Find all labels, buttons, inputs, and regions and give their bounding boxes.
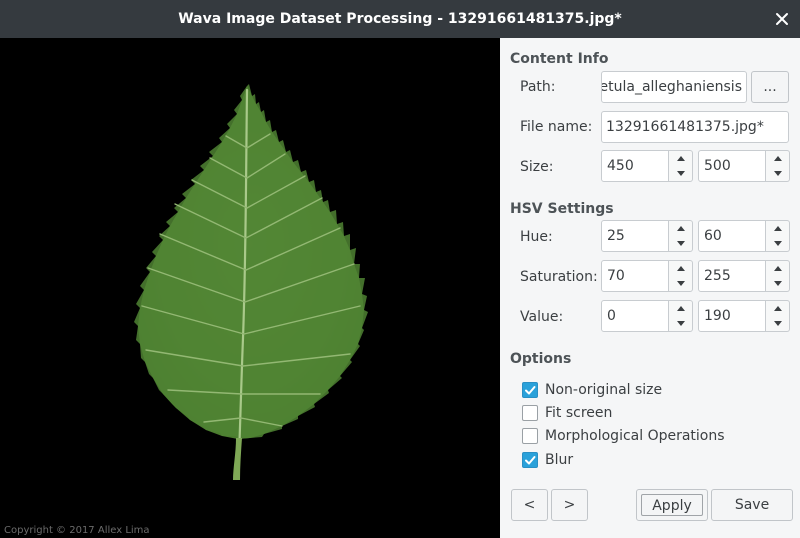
hue-max-value[interactable]: 60 [698,220,766,252]
content-info-title: Content Info [510,51,609,67]
image-preview: Copyright © 2017 Allex Lima [0,38,500,538]
hsv-settings-title: HSV Settings [510,201,614,217]
filename-input[interactable]: 13291661481375.jpg* [601,111,789,143]
size-label: Size: [520,159,554,175]
close-icon[interactable] [774,11,790,27]
checkbox-unchecked-icon[interactable] [522,428,538,444]
hue-min-up-icon[interactable] [669,221,692,236]
next-button[interactable]: > [551,489,588,521]
saturation-min-down-icon[interactable] [669,276,692,291]
previous-button[interactable]: < [511,489,548,521]
saturation-min-spinbox[interactable]: 70 [601,260,693,292]
copyright-text: Copyright © 2017 Allex Lima [4,525,150,536]
size-width-spinbox[interactable]: 450 [601,150,693,182]
size-height-down-icon[interactable] [766,166,789,181]
checkbox-checked-icon[interactable] [522,452,538,468]
value-max-down-icon[interactable] [766,316,789,331]
hue-max-down-icon[interactable] [766,236,789,251]
checkbox-unchecked-icon[interactable] [522,405,538,421]
value-max-value[interactable]: 190 [698,300,766,332]
value-label: Value: [520,309,564,325]
size-width-down-icon[interactable] [669,166,692,181]
saturation-label: Saturation: [520,269,598,285]
value-max-spinbox[interactable]: 190 [698,300,790,332]
size-width-value[interactable]: 450 [601,150,669,182]
size-width-up-icon[interactable] [669,151,692,166]
size-height-spinbox[interactable]: 500 [698,150,790,182]
value-min-spinbox[interactable]: 0 [601,300,693,332]
saturation-max-down-icon[interactable] [766,276,789,291]
window-title: Wava Image Dataset Processing - 13291661… [178,11,622,27]
saturation-min-value[interactable]: 70 [601,260,669,292]
saturation-min-up-icon[interactable] [669,261,692,276]
hue-max-spinbox[interactable]: 60 [698,220,790,252]
size-height-value[interactable]: 500 [698,150,766,182]
hue-min-down-icon[interactable] [669,236,692,251]
saturation-max-up-icon[interactable] [766,261,789,276]
browse-button[interactable]: ... [751,71,789,103]
filename-label: File name: [520,119,593,135]
options-title: Options [510,351,572,367]
path-input[interactable]: /betula_alleghaniensis [601,71,747,103]
path-value: /betula_alleghaniensis [601,79,742,95]
size-height-up-icon[interactable] [766,151,789,166]
value-max-up-icon[interactable] [766,301,789,316]
saturation-max-value[interactable]: 255 [698,260,766,292]
checkbox-checked-icon[interactable] [522,382,538,398]
saturation-max-spinbox[interactable]: 255 [698,260,790,292]
save-button[interactable]: Save [711,489,793,521]
path-label: Path: [520,79,556,95]
apply-button[interactable]: Apply [636,489,708,521]
option-label: Fit screen [545,405,613,421]
apply-button-label: Apply [641,494,703,516]
value-min-up-icon[interactable] [669,301,692,316]
option-label: Non-original size [545,382,663,398]
settings-panel: Content Info Path: /betula_alleghaniensi… [500,38,800,538]
option-label: Blur [545,452,574,468]
title-bar: Wava Image Dataset Processing - 13291661… [0,0,800,38]
hue-label: Hue: [520,229,553,245]
hue-max-up-icon[interactable] [766,221,789,236]
hue-min-value[interactable]: 25 [601,220,669,252]
value-min-value[interactable]: 0 [601,300,669,332]
option-label: Morphological Operations [545,428,725,444]
leaf-image [134,84,368,480]
hue-min-spinbox[interactable]: 25 [601,220,693,252]
value-min-down-icon[interactable] [669,316,692,331]
